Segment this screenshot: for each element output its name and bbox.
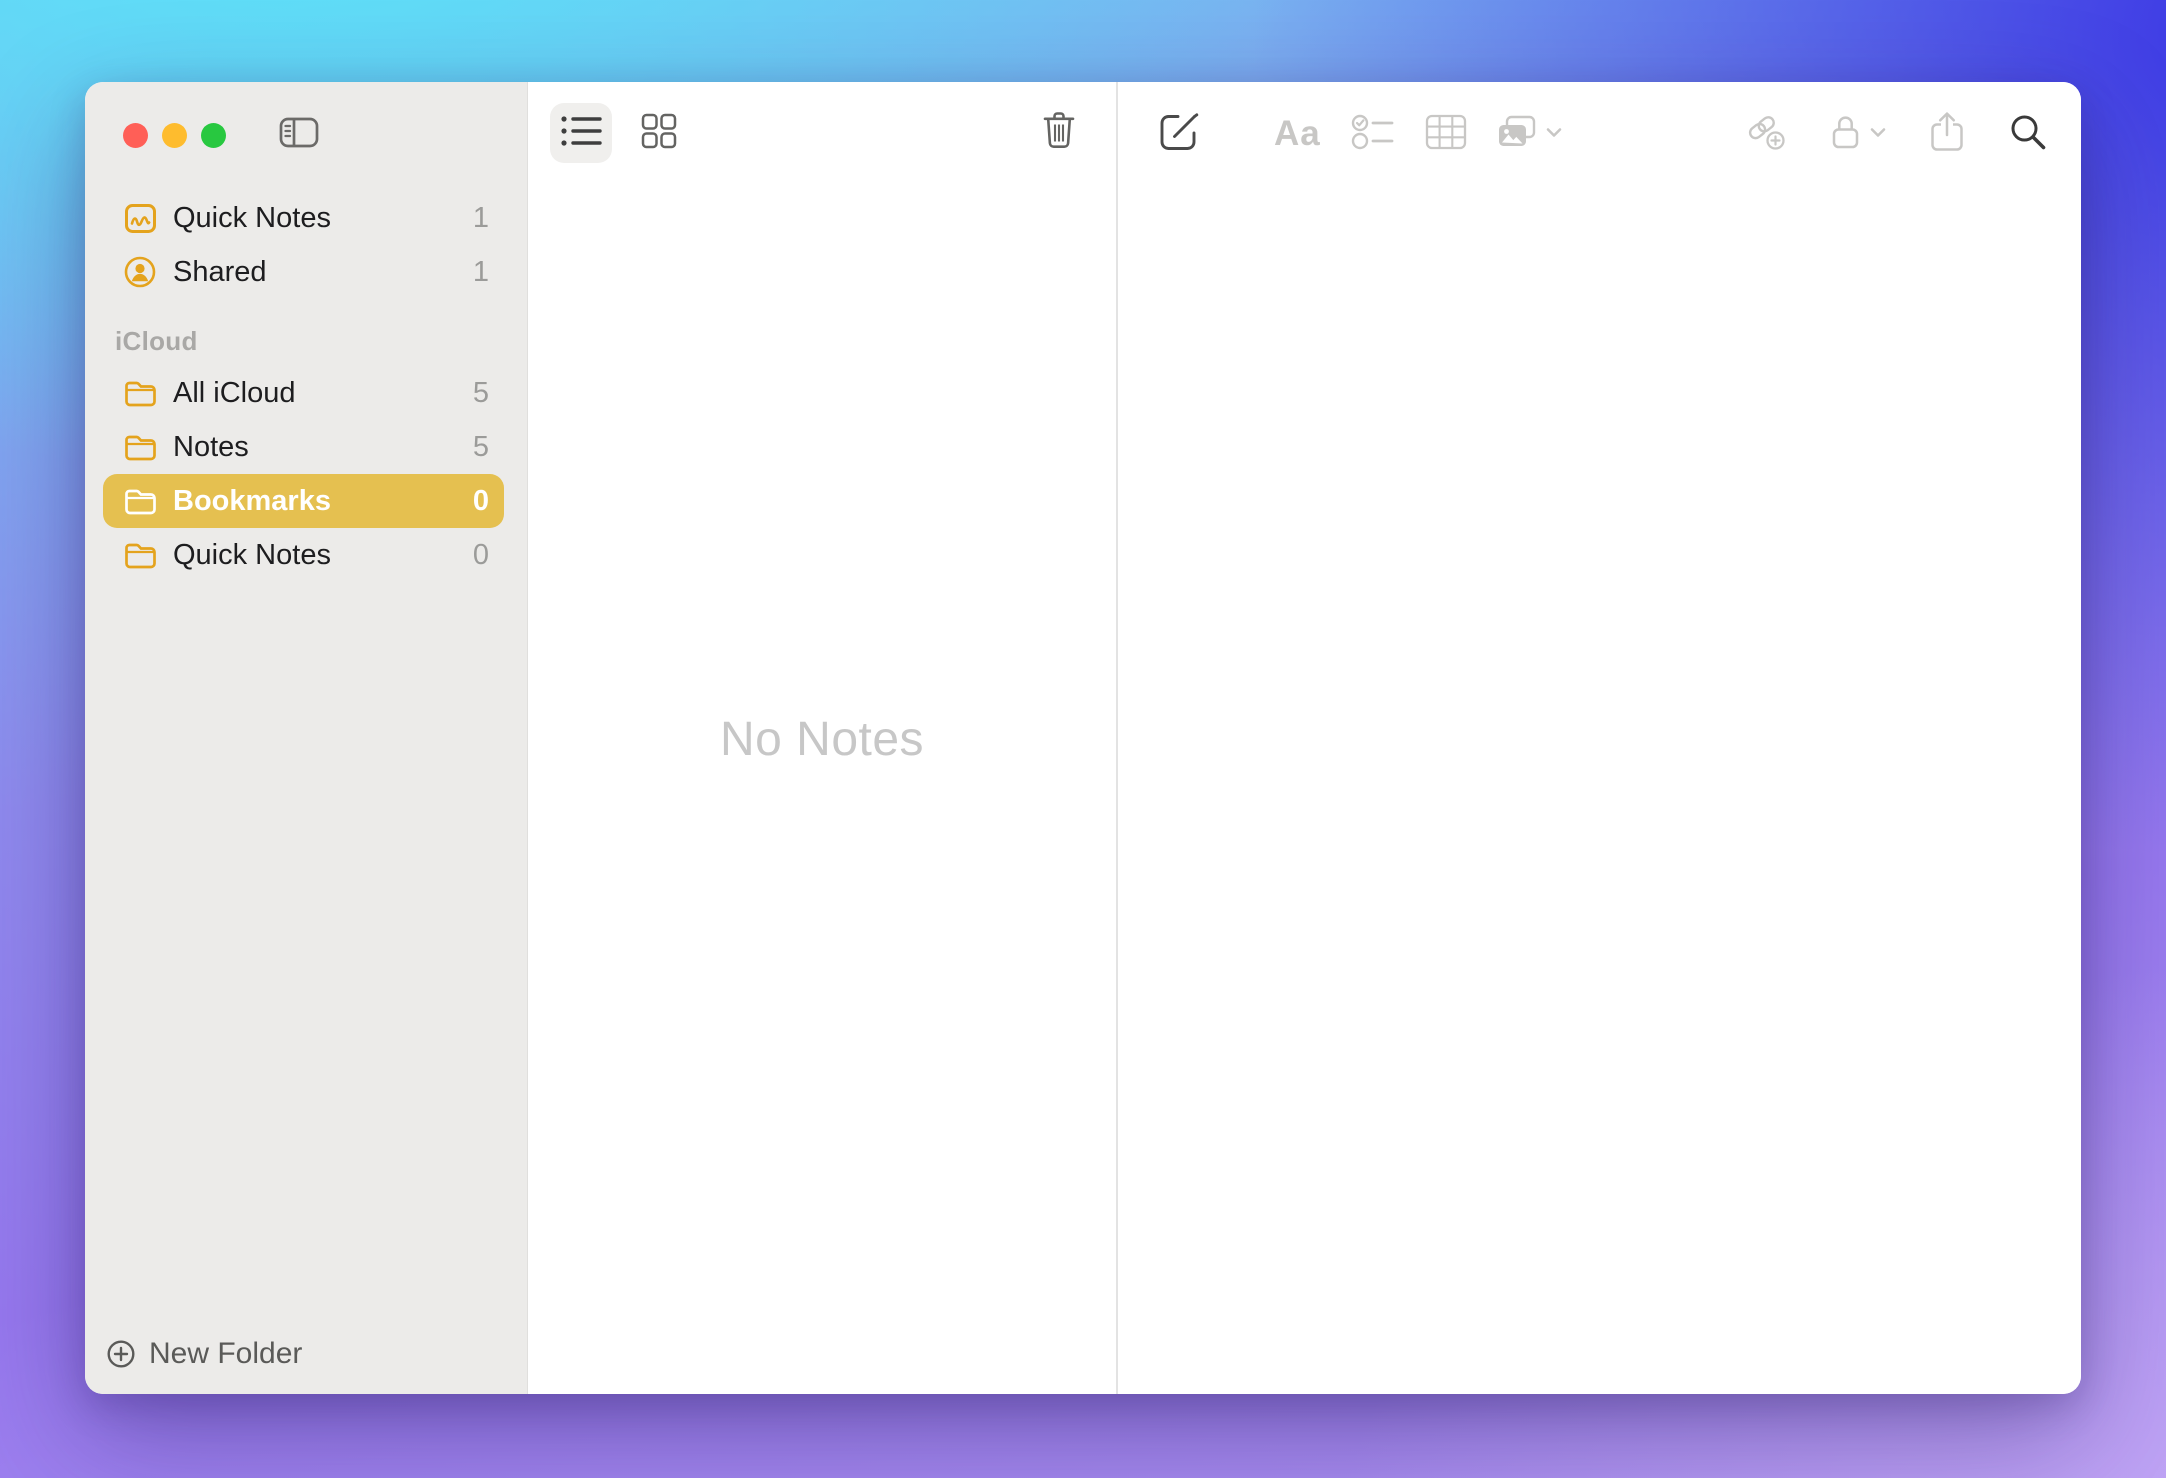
compose-icon	[1158, 111, 1200, 158]
media-photos-icon	[1497, 115, 1537, 154]
sidebar-item-bookmarks[interactable]: Bookmarks 0	[103, 474, 504, 528]
list-view-button[interactable]	[550, 103, 612, 163]
notes-window: Quick Notes 1 Shared 1 iCloud	[85, 82, 2081, 1394]
delete-note-button[interactable]	[1042, 111, 1076, 156]
note-count: 5	[473, 431, 489, 464]
folder-icon	[123, 430, 157, 464]
format-text-button[interactable]: Aa	[1274, 114, 1321, 154]
insert-media-button[interactable]	[1497, 115, 1562, 154]
share-icon	[1928, 111, 1966, 158]
search-icon	[2008, 112, 2048, 157]
list-view-icon	[560, 113, 602, 154]
toggle-sidebar-button[interactable]	[278, 118, 320, 152]
minimize-window-button[interactable]	[162, 123, 187, 148]
format-tools-group: Aa	[1274, 110, 1562, 158]
close-window-button[interactable]	[123, 123, 148, 148]
sidebar: Quick Notes 1 Shared 1 iCloud	[85, 82, 528, 1394]
folder-group: All iCloud 5 Notes 5	[103, 366, 504, 582]
link-add-icon	[1744, 112, 1788, 157]
traffic-lights	[123, 123, 226, 148]
editor-pane: Aa	[1118, 82, 2081, 1394]
sidebar-item-label: Quick Notes	[173, 202, 331, 235]
note-actions-group	[1744, 110, 2048, 158]
sidebar-section-icloud: iCloud	[103, 326, 504, 356]
sidebar-item-quick-notes[interactable]: Quick Notes 1	[103, 191, 504, 245]
sidebar-item-shared[interactable]: Shared 1	[103, 245, 504, 299]
note-count: 1	[473, 256, 489, 289]
sidebar-item-all-icloud[interactable]: All iCloud 5	[103, 366, 504, 420]
sidebar-list: Quick Notes 1 Shared 1 iCloud	[103, 191, 504, 582]
new-folder-label: New Folder	[149, 1337, 302, 1371]
sidebar-item-label: Shared	[173, 256, 267, 289]
table-button[interactable]	[1425, 114, 1467, 155]
sidebar-item-notes[interactable]: Notes 5	[103, 420, 504, 474]
zoom-window-button[interactable]	[201, 123, 226, 148]
sidebar-item-quick-notes-folder[interactable]: Quick Notes 0	[103, 528, 504, 582]
sidebar-toggle-icon	[279, 117, 319, 153]
folder-icon	[123, 538, 157, 572]
gallery-view-icon	[640, 112, 678, 155]
gallery-view-button[interactable]	[628, 103, 690, 163]
new-folder-button[interactable]: New Folder	[106, 1332, 302, 1376]
add-link-button[interactable]	[1744, 112, 1788, 157]
trash-icon	[1042, 111, 1076, 156]
search-button[interactable]	[2008, 112, 2048, 157]
sidebar-item-label: Notes	[173, 431, 249, 464]
editor-toolbar: Aa	[1118, 110, 2081, 158]
table-icon	[1425, 114, 1467, 155]
note-count: 1	[473, 202, 489, 235]
checklist-button[interactable]	[1351, 113, 1395, 156]
folder-icon	[123, 376, 157, 410]
chevron-down-icon	[1546, 125, 1562, 143]
checklist-icon	[1351, 113, 1395, 156]
new-note-button[interactable]	[1158, 110, 1200, 158]
sidebar-item-label: Quick Notes	[173, 539, 331, 572]
note-count: 5	[473, 377, 489, 410]
folder-icon	[123, 484, 157, 518]
chevron-down-icon	[1870, 125, 1886, 143]
empty-notes-message: No Notes	[528, 712, 1116, 767]
plus-circle-icon	[106, 1339, 136, 1369]
note-count: 0	[473, 539, 489, 572]
sidebar-item-label: Bookmarks	[173, 485, 331, 518]
list-toolbar	[550, 103, 1076, 163]
shared-person-icon	[123, 255, 157, 289]
notes-list-pane: No Notes	[528, 82, 1118, 1394]
format-text-icon: Aa	[1274, 114, 1321, 154]
lock-icon	[1830, 113, 1861, 156]
share-button[interactable]	[1928, 111, 1966, 158]
note-count: 0	[473, 485, 489, 518]
quick-note-icon	[123, 201, 157, 235]
sidebar-item-label: All iCloud	[173, 377, 296, 410]
lock-note-button[interactable]	[1830, 113, 1886, 156]
